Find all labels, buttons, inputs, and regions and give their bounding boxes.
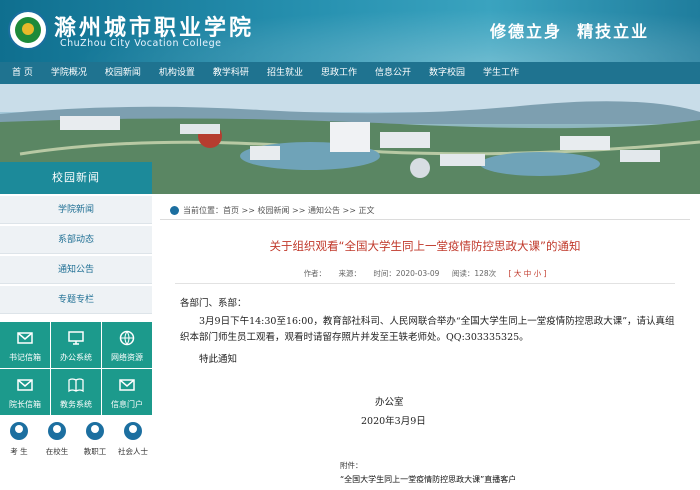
sidebar-menu: 学院新闻 系部动态 通知公告 专题专栏 xyxy=(0,196,152,316)
nav-item-campus-news[interactable]: 校园新闻 xyxy=(96,62,150,84)
tile-president-mailbox[interactable]: 院长信箱 xyxy=(0,369,50,415)
mail-icon xyxy=(119,379,135,391)
nav-item-home[interactable]: 首 页 xyxy=(0,62,42,84)
globe-icon xyxy=(119,330,135,346)
site-header: 滁州城市职业学院 ChuZhou City Vocation College 修… xyxy=(0,0,700,62)
tile-label: 办公系统 xyxy=(60,353,92,362)
audience-label: 教职工 xyxy=(83,447,107,456)
tile-label: 院长信箱 xyxy=(9,400,41,409)
sidebar-item-department-news[interactable]: 系部动态 xyxy=(0,226,152,254)
tile-secretary-mailbox[interactable]: 书记信箱 xyxy=(0,322,50,368)
tile-label: 网络资源 xyxy=(111,353,143,362)
people-icon xyxy=(124,422,142,440)
audience-label: 社会人士 xyxy=(118,447,148,456)
sidebar-item-special-topics[interactable]: 专题专栏 xyxy=(0,286,152,314)
article-meta: 作者： 来源： 时间：2020-03-09 阅读：128次 [ 大 中 小 ] xyxy=(160,268,690,279)
nav-item-organization[interactable]: 机构设置 xyxy=(150,62,204,84)
article-date: 2020年3月9日 xyxy=(361,416,426,427)
nav-item-student-work[interactable]: 学生工作 xyxy=(474,62,528,84)
quick-links-grid: 书记信箱 办公系统 网络资源 院长信箱 教务系统 信息门户 xyxy=(0,322,152,415)
college-logo[interactable] xyxy=(8,10,48,50)
nav-item-ideology[interactable]: 思政工作 xyxy=(312,62,366,84)
audience-public[interactable]: 社会人士 xyxy=(114,420,152,460)
sidebar-item-notices[interactable]: 通知公告 xyxy=(0,256,152,284)
article-source: 来源： xyxy=(338,269,361,278)
attachment-link[interactable]: “全国大学生同上一堂疫情防控思政大课”直播客户 xyxy=(340,474,516,485)
article-author: 作者： xyxy=(303,269,327,278)
article-views: 阅读：128次 xyxy=(451,269,497,278)
audience-staff[interactable]: 教职工 xyxy=(76,420,114,460)
tile-label: 教务系统 xyxy=(60,400,92,409)
nav-item-overview[interactable]: 学院概况 xyxy=(42,62,96,84)
mail-icon xyxy=(17,332,33,344)
pencil-icon xyxy=(48,422,66,440)
book-icon xyxy=(68,378,84,393)
article-signature: 办公室 xyxy=(375,397,404,408)
tile-office-system[interactable]: 办公系统 xyxy=(51,322,101,368)
tile-academic-system[interactable]: 教务系统 xyxy=(51,369,101,415)
breadcrumb: 当前位置：首页 >> 校园新闻 >> 通知公告 >> 正文 xyxy=(170,205,374,216)
sidebar-item-college-news[interactable]: 学院新闻 xyxy=(0,196,152,224)
nav-item-public-info[interactable]: 信息公开 xyxy=(366,62,420,84)
audience-current-students[interactable]: 在校生 xyxy=(38,420,76,460)
audience-label: 在校生 xyxy=(45,447,69,456)
audience-links: 考 生 在校生 教职工 社会人士 xyxy=(0,420,152,460)
sidebar-title: 校园新闻 xyxy=(0,162,152,194)
article-body: 各部门、系部： 3月9日下午14:30至16:00，教育部社科司、人民网联合举办… xyxy=(180,296,680,368)
tile-label: 信息门户 xyxy=(111,400,143,409)
audience-label: 考 生 xyxy=(10,447,28,456)
breadcrumb-text[interactable]: 当前位置：首页 >> 校园新闻 >> 通知公告 >> 正文 xyxy=(183,205,374,216)
monitor-icon xyxy=(68,331,84,345)
article-paragraph: 3月9日下午14:30至16:00，教育部社科司、人民网联合举办“全国大学生同上… xyxy=(180,316,675,343)
teacher-icon xyxy=(86,422,104,440)
nav-item-admission[interactable]: 招生就业 xyxy=(258,62,312,84)
tile-network-resources[interactable]: 网络资源 xyxy=(102,322,152,368)
location-icon xyxy=(170,206,179,215)
college-name-en: ChuZhou City Vocation College xyxy=(60,38,222,49)
main-nav: 首 页 学院概况 校园新闻 机构设置 教学科研 招生就业 思政工作 信息公开 数… xyxy=(0,62,700,84)
tile-label: 书记信箱 xyxy=(9,353,41,362)
nav-item-digital-campus[interactable]: 数字校园 xyxy=(420,62,474,84)
attachment-label: 附件： xyxy=(340,461,363,470)
nav-item-teaching[interactable]: 教学科研 xyxy=(204,62,258,84)
audience-prospective-students[interactable]: 考 生 xyxy=(0,420,38,460)
divider xyxy=(160,219,690,220)
article-title: 关于组织观看“全国大学生同上一堂疫情防控思政大课”的通知 xyxy=(269,239,581,253)
student-icon xyxy=(10,422,28,440)
article-time: 时间：2020-03-09 xyxy=(373,269,440,278)
mail-icon xyxy=(17,379,33,391)
article-greeting: 各部门、系部： xyxy=(180,298,247,309)
article-notice: 特此通知 xyxy=(199,354,238,365)
college-motto: 修德立身 精技立业 xyxy=(490,22,650,41)
font-size-switcher[interactable]: [ 大 中 小 ] xyxy=(509,269,547,278)
tile-info-portal[interactable]: 信息门户 xyxy=(102,369,152,415)
divider xyxy=(175,283,675,284)
